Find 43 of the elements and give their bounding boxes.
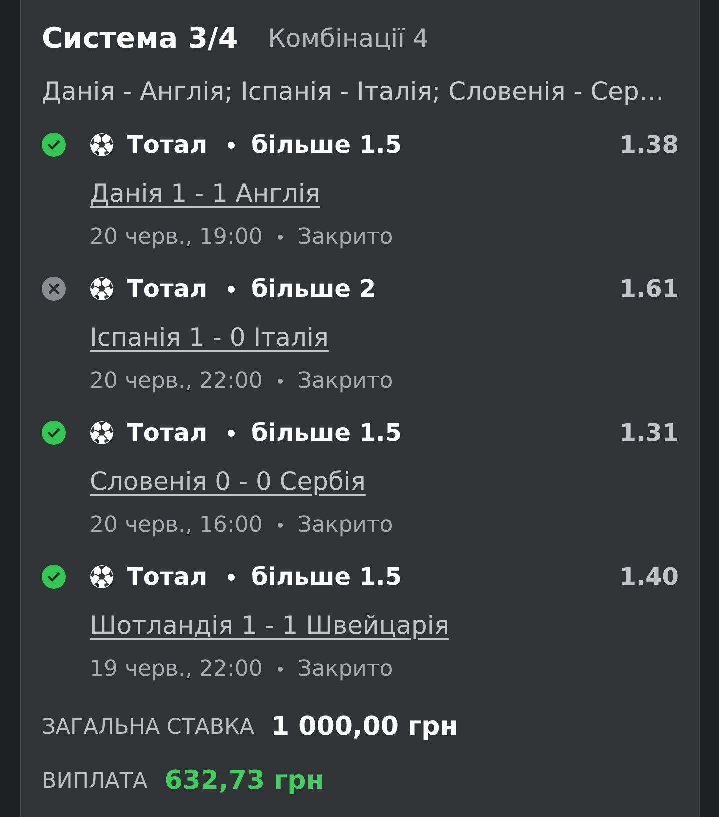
market-name: Тотал	[127, 275, 208, 303]
match-date: 20 черв., 19:00	[90, 224, 263, 250]
dot-icon	[228, 574, 235, 580]
match-link[interactable]: Словенія 0 - 0 Сербія	[90, 466, 366, 496]
odds-value: 1.40	[620, 563, 679, 591]
market-name: Тотал	[127, 419, 208, 447]
dot-icon	[228, 286, 235, 292]
match-status: Закрито	[298, 368, 394, 394]
soccer-ball-icon	[90, 133, 114, 157]
stake-label: ЗАГАЛЬНА СТАВКА	[42, 714, 255, 740]
soccer-ball-icon	[90, 421, 114, 445]
dot-icon	[278, 234, 283, 240]
events-summary: Данія - Англія; Іспанія - Італія; Словенія - Сер…	[42, 76, 666, 108]
dot-icon	[278, 666, 283, 672]
market-name: Тотал	[127, 563, 208, 591]
bet-title: Система 3/4	[42, 22, 238, 54]
match-link[interactable]: Данія 1 - 1 Англія	[90, 178, 320, 208]
match-link[interactable]: Іспанія 1 - 0 Італія	[90, 322, 329, 352]
match-link[interactable]: Шотландія 1 - 1 Швейцарія	[90, 610, 450, 640]
match-status: Закрито	[298, 224, 394, 250]
dot-icon	[278, 378, 283, 384]
soccer-ball-icon	[90, 277, 114, 301]
market-name: Тотал	[127, 131, 208, 159]
soccer-ball-icon	[90, 565, 114, 589]
odds-value: 1.61	[620, 275, 679, 303]
stake-amount: 1 000,00 грн	[272, 712, 458, 742]
dot-icon	[228, 142, 235, 148]
payout-amount: 632,73 грн	[164, 766, 324, 796]
odds-value: 1.31	[620, 419, 679, 447]
dot-icon	[228, 430, 235, 436]
outcome-label: більше 1.5	[252, 131, 402, 159]
payout-label: ВИПЛАТА	[42, 768, 148, 794]
match-date: 19 черв., 22:00	[90, 656, 263, 682]
match-status: Закрито	[298, 512, 394, 538]
outcome-label: більше 1.5	[252, 419, 402, 447]
dot-icon	[278, 522, 283, 528]
odds-value: 1.38	[620, 131, 679, 159]
outcome-label: більше 1.5	[252, 563, 402, 591]
match-date: 20 черв., 16:00	[90, 512, 263, 538]
combinations-count: Комбінації 4	[268, 24, 429, 52]
outcome-label: більше 2	[252, 275, 376, 303]
match-date: 20 черв., 22:00	[90, 368, 263, 394]
match-status: Закрито	[298, 656, 394, 682]
